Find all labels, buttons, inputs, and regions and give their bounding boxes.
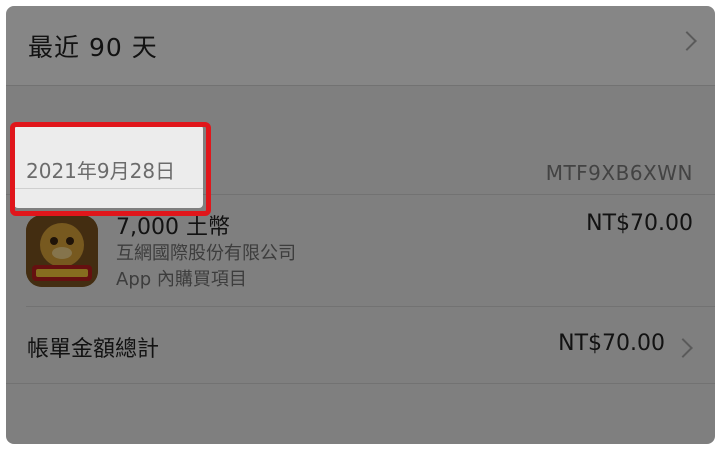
period-row[interactable]: 最近 90 天 bbox=[6, 6, 715, 86]
total-amount: NT$70.00 bbox=[558, 331, 665, 356]
highlight-box bbox=[10, 122, 211, 216]
item-vendor: 互網國際股份有限公司 bbox=[116, 243, 296, 264]
chevron-right-icon bbox=[673, 338, 693, 358]
game-app-icon bbox=[26, 215, 98, 287]
total-label: 帳單金額總計 bbox=[27, 337, 160, 362]
chevron-right-icon bbox=[677, 31, 697, 51]
receipt-panel: 最近 90 天 2021年9月28日 MTF9XB6XWN 7,000 土幣 互… bbox=[6, 6, 715, 444]
order-id: MTF9XB6XWN bbox=[545, 161, 693, 185]
item-type: App 內購買項目 bbox=[116, 269, 247, 290]
period-label: 最近 90 天 bbox=[28, 33, 158, 62]
total-row[interactable]: 帳單金額總計 NT$70.00 bbox=[6, 307, 715, 384]
item-price: NT$70.00 bbox=[586, 211, 693, 236]
